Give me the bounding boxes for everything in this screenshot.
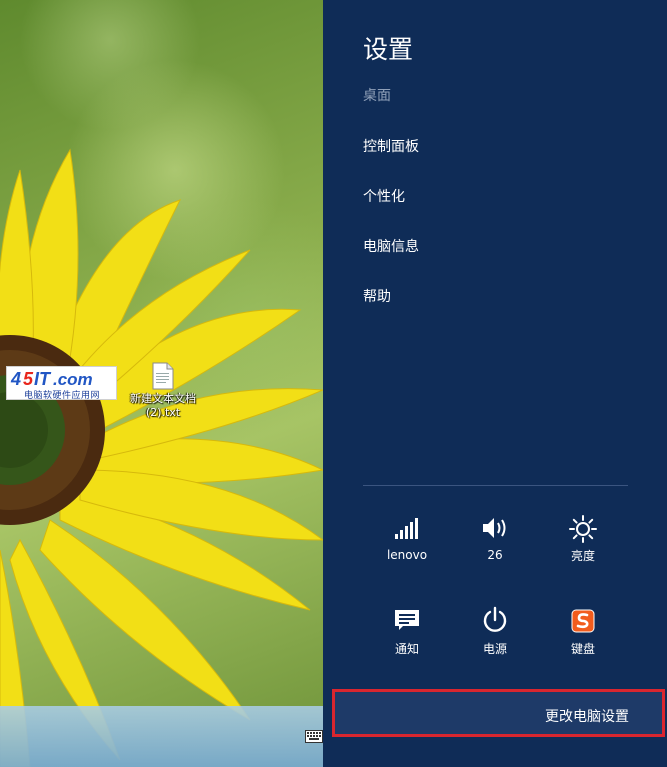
svg-text:IT: IT (34, 369, 52, 389)
logo-text-icon: 4 5 IT .com (10, 369, 93, 389)
text-file-icon (152, 362, 174, 390)
tile-network[interactable]: lenovo (362, 516, 452, 562)
settings-charm-pane: 设置 桌面 控制面板 个性化 电脑信息 帮助 lenovo 26 亮度 通知 电… (323, 0, 667, 767)
tile-power-label: 电源 (482, 642, 507, 656)
tile-brightness-label: 亮度 (570, 549, 595, 563)
tile-volume-label: 26 (487, 548, 503, 562)
site-logo: 4 5 IT .com 电脑软硬件应用网 (6, 366, 117, 401)
menu-item-pc-info[interactable]: 电脑信息 (363, 236, 419, 256)
tile-keyboard-label: 键盘 (570, 642, 595, 656)
tile-brightness[interactable]: 亮度 (538, 515, 628, 564)
menu-item-help[interactable]: 帮助 (363, 286, 391, 306)
volume-icon (483, 518, 506, 538)
notifications-icon (395, 610, 419, 630)
menu-item-control-panel[interactable]: 控制面板 (363, 136, 419, 156)
divider (363, 485, 628, 486)
desktop-wallpaper: 4 5 IT .com 电脑软硬件应用网 新建文本文档 (2).txt (0, 0, 323, 767)
taskbar (0, 706, 323, 767)
power-icon (483, 606, 507, 632)
tile-notifications[interactable]: 通知 (362, 608, 452, 657)
desktop-file-icon-item[interactable]: 新建文本文档 (2).txt (128, 362, 198, 420)
change-pc-settings-label: 更改电脑设置 (545, 709, 629, 725)
menu-item-personalization[interactable]: 个性化 (363, 186, 405, 206)
brightness-icon (569, 515, 597, 543)
svg-text:4: 4 (10, 369, 21, 389)
sogou-input-icon (571, 609, 595, 633)
tile-notifications-label: 通知 (394, 642, 419, 656)
tile-power[interactable]: 电源 (450, 606, 540, 657)
svg-text:5: 5 (23, 369, 34, 389)
svg-text:.com: .com (53, 370, 93, 389)
logo-subtitle: 电脑软硬件应用网 (23, 391, 100, 401)
wifi-signal-icon (395, 518, 418, 539)
change-pc-settings-button[interactable]: 更改电脑设置 (332, 689, 665, 737)
tile-keyboard[interactable]: 键盘 (538, 608, 628, 657)
desktop-file-label: 新建文本文档 (2).txt (130, 392, 196, 419)
settings-context-label: 桌面 (363, 88, 391, 104)
settings-title: 设置 (363, 35, 414, 64)
tile-volume[interactable]: 26 (450, 516, 540, 562)
keyboard-icon[interactable] (305, 728, 323, 744)
tile-network-label: lenovo (386, 548, 428, 562)
